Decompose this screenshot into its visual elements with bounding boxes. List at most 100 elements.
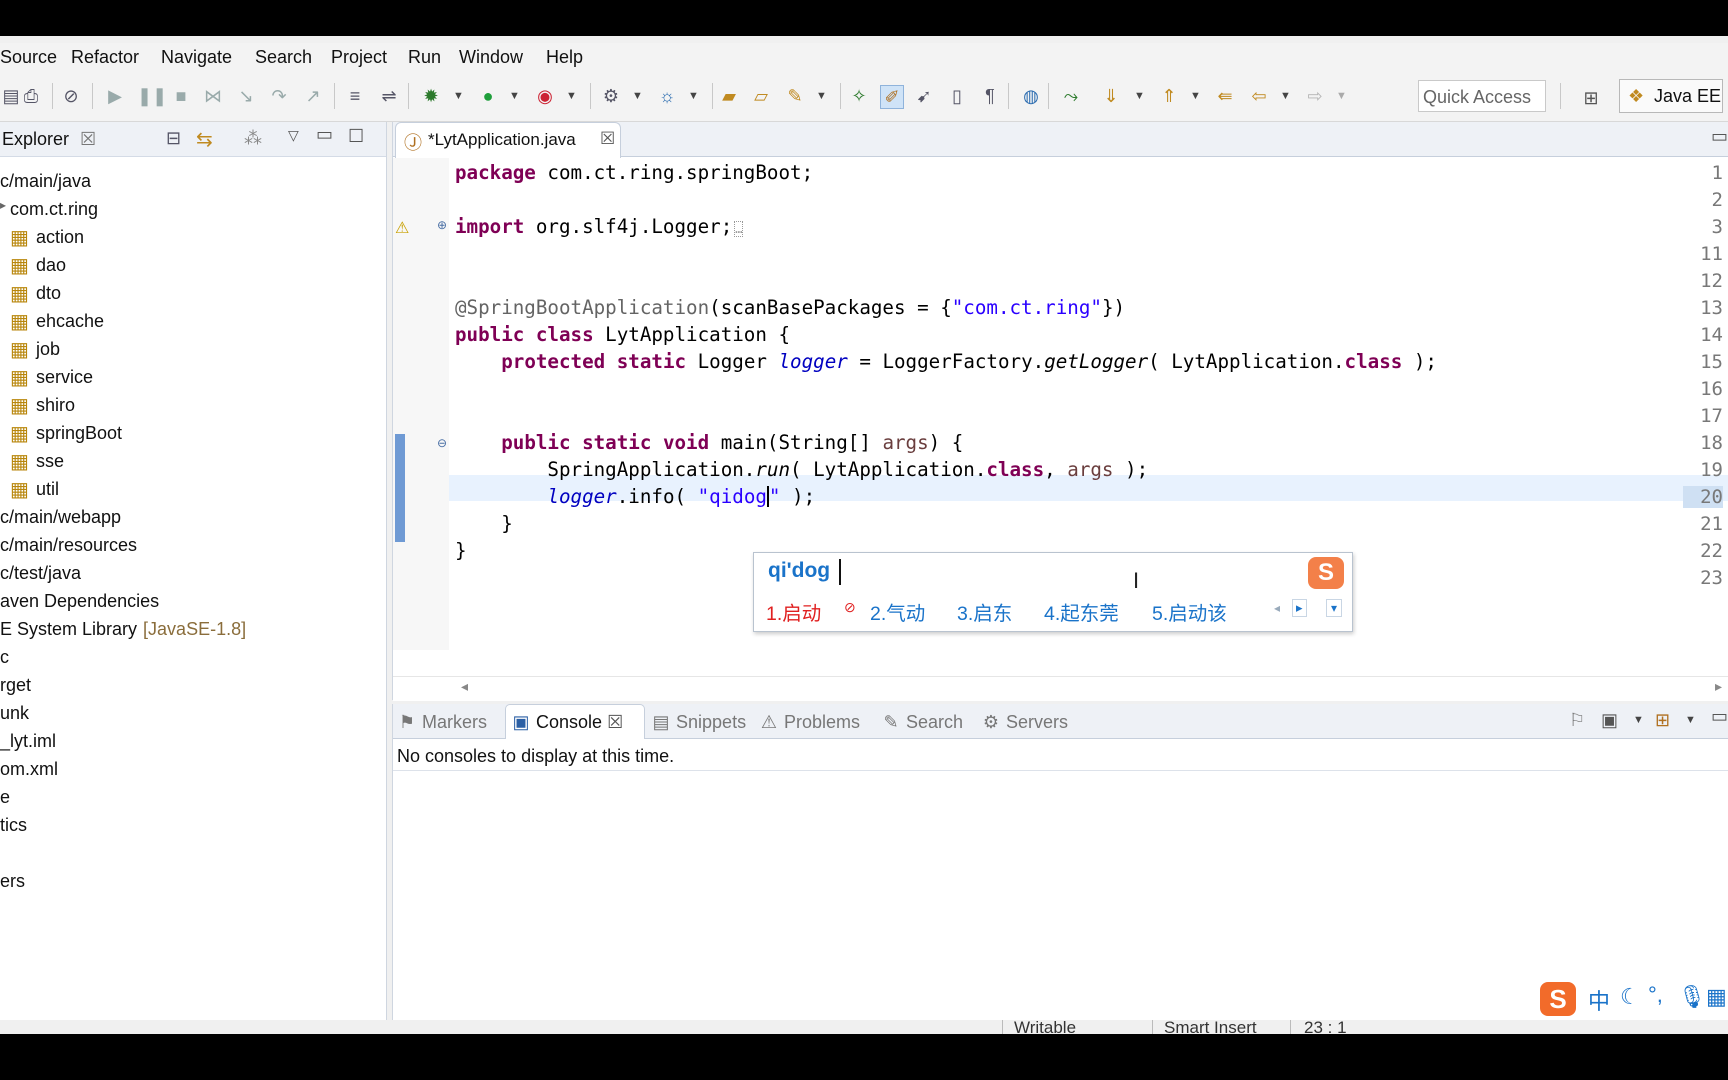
next-edit-dropdown-icon[interactable]: ▼ <box>1134 85 1145 107</box>
tree-item[interactable]: dao <box>36 255 66 276</box>
code-line[interactable]: package com.ct.ring.springBoot; <box>455 161 813 184</box>
open-console-icon[interactable]: ⊞ <box>1655 710 1670 731</box>
save-all-icon[interactable]: ▤ <box>0 85 22 107</box>
pin-console-icon[interactable]: ⚐ <box>1569 710 1585 731</box>
folded-imports-icon[interactable]: … <box>734 221 744 237</box>
resume-icon[interactable]: ▶ <box>104 85 126 107</box>
menu-project[interactable]: Project <box>331 47 387 68</box>
open-task-icon[interactable]: ▱ <box>750 85 772 107</box>
ime-expand-icon[interactable]: ▾ <box>1326 599 1343 617</box>
next-edit-icon[interactable]: ⇓ <box>1100 85 1122 107</box>
scroll-right-icon[interactable]: ▸ <box>1715 678 1722 695</box>
ime-candidate-4[interactable]: 4.起东莞 <box>1044 597 1119 626</box>
open-perspective-icon[interactable]: ⊞ <box>1578 85 1604 111</box>
tab-problems[interactable]: ⚠ Problems <box>759 712 860 733</box>
code-line[interactable]: logger.info( "qidog " ); <box>455 485 815 508</box>
close-icon[interactable]: ☒ <box>80 129 96 149</box>
code-line[interactable]: public class LytApplication { <box>455 323 790 346</box>
open-type-icon[interactable]: ▰ <box>718 85 740 107</box>
tree-item[interactable]: e <box>0 787 10 808</box>
console-minimize-icon[interactable]: ▭ <box>1711 706 1728 727</box>
tree-item[interactable]: dto <box>36 283 61 304</box>
drop-to-frame-icon[interactable]: ≡ <box>344 85 366 107</box>
use-step-filters-icon[interactable]: ⇌ <box>378 85 400 107</box>
tree-item[interactable]: E System Library [JavaSE-1.8] <box>0 619 246 640</box>
tree-item[interactable]: rget <box>0 675 31 696</box>
tree-item[interactable]: aven Dependencies <box>0 591 159 612</box>
code-line[interactable]: } <box>455 539 467 562</box>
keyboard-icon[interactable]: ▦ <box>1706 984 1727 1010</box>
menu-search[interactable]: Search <box>255 47 312 68</box>
view-menu-icon[interactable]: ▽ <box>288 127 299 144</box>
tree-item[interactable]: _lyt.iml <box>0 731 56 752</box>
back-icon[interactable]: ⇦ <box>1248 85 1270 107</box>
fold-expand-icon[interactable]: ⊕ <box>437 218 447 232</box>
tab-lytapplication[interactable]: Ⓙ *LytApplication.java ☒ <box>395 122 621 158</box>
explorer-title[interactable]: Explorer ☒ <box>2 129 96 150</box>
prev-edit-dropdown-icon[interactable]: ▼ <box>1190 85 1201 107</box>
ime-next-page-icon[interactable]: ▸ <box>1292 599 1307 617</box>
tree-item[interactable]: action <box>36 227 84 248</box>
search-tool-icon[interactable]: ✎ <box>784 85 806 107</box>
maximize-icon[interactable]: ☐ <box>348 126 364 147</box>
terminate-icon[interactable]: ■ <box>170 85 192 107</box>
expand-icon[interactable]: ▸ <box>0 198 6 212</box>
fold-collapse-icon[interactable]: ⊖ <box>437 436 447 450</box>
run-dropdown-icon[interactable]: ▼ <box>509 85 520 107</box>
moon-icon[interactable]: ☾ <box>1620 984 1640 1010</box>
step-over-icon[interactable]: ↷ <box>268 85 290 107</box>
menu-refactor[interactable]: Refactor <box>71 47 139 68</box>
minimize-icon[interactable]: ▭ <box>316 124 333 145</box>
close-tab-icon[interactable]: ☒ <box>600 129 615 149</box>
menu-run[interactable]: Run <box>408 47 441 68</box>
code-line[interactable]: } <box>455 512 513 535</box>
debug-dropdown-icon[interactable]: ▼ <box>453 85 464 107</box>
menu-navigate[interactable]: Navigate <box>161 47 232 68</box>
warning-icon[interactable]: ⚠ <box>395 218 409 238</box>
tab-snippets[interactable]: ▤ Snippets <box>651 712 746 733</box>
forward-icon[interactable]: ⇨ <box>1304 85 1326 107</box>
tree-item[interactable]: om.xml <box>0 759 58 780</box>
ime-candidate-5[interactable]: 5.启动该 <box>1152 597 1227 626</box>
tree-item[interactable]: job <box>36 339 60 360</box>
ime-candidate-2[interactable]: 2.气动 <box>870 597 925 626</box>
menu-source[interactable]: Source <box>0 47 57 68</box>
back-dropdown-icon[interactable]: ▼ <box>1280 85 1291 107</box>
block-selection-icon[interactable]: ➹ <box>913 85 935 107</box>
search-dropdown-icon[interactable]: ▼ <box>816 85 827 107</box>
tree-item[interactable]: ers <box>0 871 25 892</box>
tree-item[interactable]: com.ct.ring <box>10 199 98 220</box>
web-browser-icon[interactable]: ◍ <box>1020 85 1042 107</box>
new-server-dropdown-icon[interactable]: ▼ <box>632 85 643 107</box>
ime-candidate-3[interactable]: 3.启东 <box>957 597 1012 626</box>
run-icon[interactable]: ● <box>477 85 499 107</box>
pilcrow-icon[interactable]: ¶ <box>979 85 1001 107</box>
tab-servers[interactable]: ⚙ Servers <box>981 712 1068 733</box>
tree-item[interactable]: service <box>36 367 93 388</box>
disconnect-icon[interactable]: ⋈ <box>202 85 224 107</box>
toggle-mark-occurrences-icon[interactable]: ✐ <box>880 85 904 109</box>
new-class-dropdown-icon[interactable]: ▼ <box>688 85 699 107</box>
sogou-logo-icon[interactable]: S <box>1540 982 1576 1016</box>
tree-item[interactable]: util <box>36 479 59 500</box>
code-line[interactable]: public static void main(String[] args) { <box>455 431 963 454</box>
perspective-java-ee[interactable]: ❖ Java EE <box>1619 79 1723 113</box>
code-line[interactable]: SpringApplication.run( LytApplication.cl… <box>455 458 1148 481</box>
toggle-breadcrumb-icon[interactable]: ✧ <box>848 85 870 107</box>
step-return-icon[interactable]: ↗ <box>302 85 324 107</box>
punctuation-icon[interactable]: °, <box>1648 982 1663 1008</box>
close-icon[interactable]: ☒ <box>607 712 623 732</box>
tree-item[interactable]: springBoot <box>36 423 122 444</box>
ime-mode[interactable]: 中 <box>1588 984 1610 1016</box>
focus-icon[interactable]: ⁂ <box>244 128 262 149</box>
display-console-dropdown-icon[interactable]: ▼ <box>1633 714 1644 726</box>
menu-help[interactable]: Help <box>546 47 583 68</box>
horizontal-scrollbar[interactable]: ◂ ▸ <box>393 676 1728 701</box>
display-console-icon[interactable]: ▣ <box>1601 710 1618 731</box>
new-server-icon[interactable]: ⚙ <box>600 85 622 107</box>
link-with-editor-icon[interactable]: ⇆ <box>196 127 213 152</box>
step-into-icon[interactable]: ↘ <box>235 85 257 107</box>
tab-search[interactable]: ✎ Search <box>881 712 963 733</box>
external-tools-dropdown-icon[interactable]: ▼ <box>566 85 577 107</box>
next-annotation-icon[interactable]: ⤳ <box>1060 85 1082 107</box>
